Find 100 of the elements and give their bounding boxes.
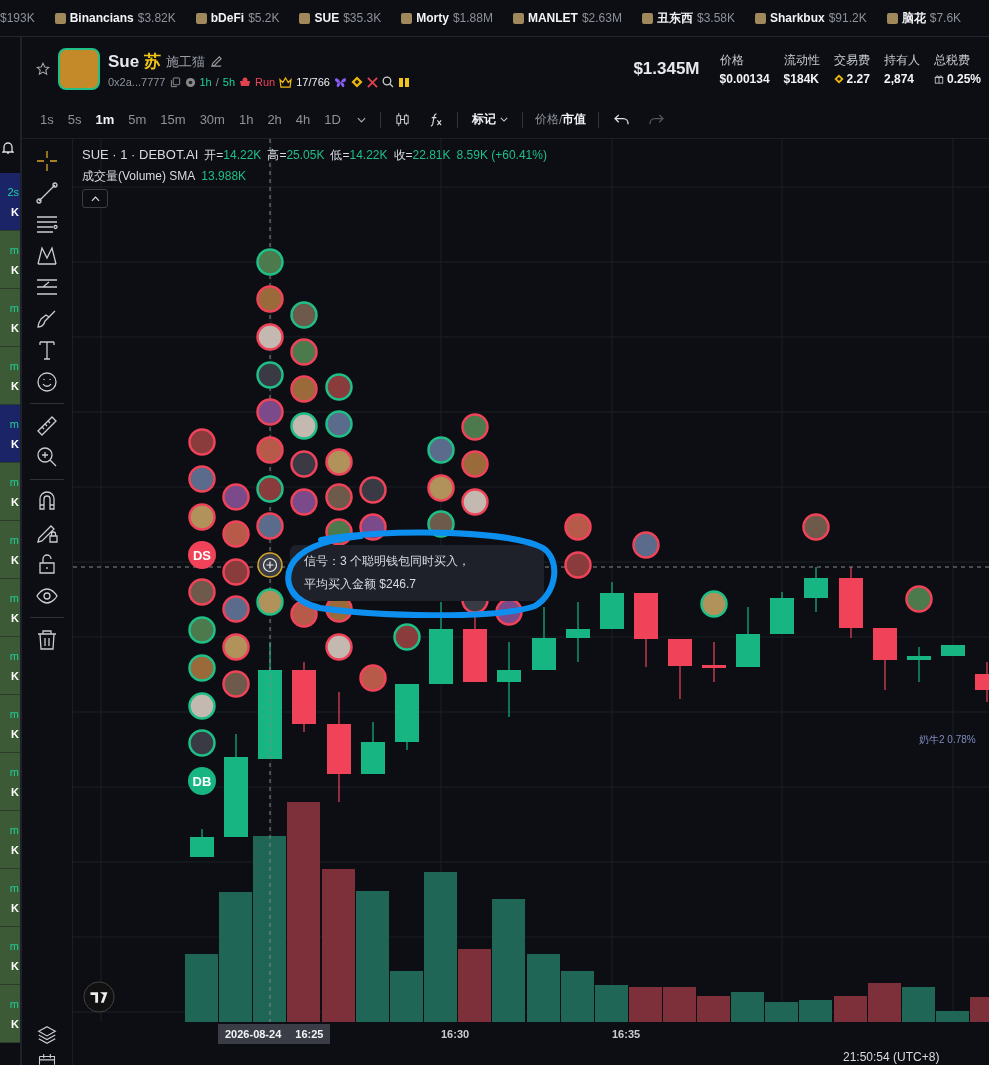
interval-tab[interactable]: 1h [232,110,260,129]
interval-tab[interactable]: 30m [193,110,231,129]
ticker-name[interactable]: Binancians [69,11,134,25]
avatar-marker[interactable] [325,633,353,661]
avatar-marker[interactable] [905,585,933,613]
crosshair-center-icon[interactable] [257,552,283,578]
avatar-marker[interactable] [256,512,284,540]
avatar-marker[interactable] [256,361,284,389]
avatar-marker[interactable] [256,248,284,276]
ticker-name[interactable]: Sharkbux [770,11,825,25]
ticker-name[interactable]: 丑东西 [656,9,693,27]
list-row[interactable]: 2s K [0,173,20,231]
interval-tab[interactable]: 5s [61,110,88,129]
interval-tab[interactable]: 1s [34,110,60,129]
ticker-name[interactable]: SUE [314,11,340,25]
avatar-marker[interactable] [290,301,318,329]
avatar-marker[interactable] [564,551,592,579]
avatar-marker[interactable] [222,670,250,698]
list-row[interactable]: m K [0,231,20,289]
ticker-name[interactable]: Morty [416,11,449,25]
list-row[interactable]: m K [0,347,20,405]
avatar-marker[interactable] [325,410,353,438]
avatar-marker[interactable] [325,373,353,401]
ticker-name[interactable]: 脑花 [901,9,926,27]
avatar-marker[interactable] [461,450,489,478]
list-row[interactable]: m K [0,927,20,985]
interval-tab[interactable]: 1D [318,110,347,129]
avatar-marker[interactable] [359,476,387,504]
avatar-marker[interactable] [700,590,728,618]
interval-tab[interactable]: 4h [289,110,317,129]
avatar-marker[interactable] [802,513,830,541]
avatar-marker[interactable] [256,285,284,313]
interval-tab[interactable]: 1m [89,110,121,129]
ticker-name[interactable]: bDeFi [210,11,245,25]
avatar-marker[interactable] [188,503,216,531]
emoji-tool-icon[interactable] [35,369,59,394]
list-row[interactable]: m K [0,579,20,637]
avatar-marker[interactable] [461,488,489,516]
undo-icon[interactable] [613,113,631,126]
trash-tool-icon[interactable] [35,627,59,652]
avatar-marker[interactable] [188,654,216,682]
avatar-marker[interactable] [222,633,250,661]
avatar-marker[interactable] [290,338,318,366]
edit-icon[interactable] [210,55,224,68]
avatar-marker[interactable] [427,474,455,502]
list-row[interactable]: m K [0,869,20,927]
avatar-marker[interactable] [222,595,250,623]
interval-tab[interactable]: 5m [122,110,153,129]
search-icon[interactable] [381,76,394,88]
avatar-marker[interactable] [188,692,216,720]
avatar-marker[interactable] [461,413,489,441]
avatar-marker[interactable] [222,558,250,586]
butterfly-icon[interactable] [333,76,347,88]
list-row[interactable]: m K [0,985,20,1043]
line-tool-icon[interactable] [35,180,59,205]
zoom-tool-icon[interactable] [35,445,59,469]
interval-tab[interactable]: 2h [261,110,288,129]
avatar-marker[interactable] [290,450,318,478]
interval-tab[interactable]: 15m [154,110,192,129]
avatar-marker[interactable] [290,412,318,440]
signal-marker[interactable]: DS [188,541,216,569]
avatar-marker[interactable] [290,488,318,516]
list-row[interactable]: m K [0,521,20,579]
avatar-marker[interactable] [256,323,284,351]
avatar-marker[interactable] [427,436,455,464]
caret-icon[interactable] [356,116,366,123]
avatar-marker[interactable] [188,616,216,644]
avatar-marker[interactable] [393,623,421,651]
list-row[interactable]: m K [0,463,20,521]
avatar-marker[interactable] [325,483,353,511]
avatar-marker[interactable] [325,448,353,476]
candlestick-icon[interactable] [394,112,410,127]
x-logo-icon[interactable] [366,76,378,88]
redo-icon[interactable] [648,113,666,126]
list-row[interactable]: m K [0,753,20,811]
avatar-marker[interactable] [632,531,660,559]
avatar-marker[interactable] [359,664,387,692]
marks-dropdown[interactable]: 标记 [463,111,516,128]
tradingview-logo-icon[interactable] [82,980,116,1014]
avatar-marker[interactable] [290,375,318,403]
market-cap-toggle[interactable]: 市值 [562,111,587,128]
layers-icon[interactable] [36,1023,58,1046]
collapse-button[interactable] [82,189,108,208]
avatar-marker[interactable] [188,578,216,606]
avatar-marker[interactable] [256,475,284,503]
copy-icon[interactable] [169,76,181,88]
avatar-marker[interactable] [188,428,216,456]
bell-icon[interactable] [2,141,14,155]
crosshair-tool-icon[interactable] [35,149,59,173]
avatar-marker[interactable] [188,729,216,757]
list-row[interactable]: m K [0,637,20,695]
list-row[interactable]: m K [0,289,20,347]
list-row[interactable]: m K [0,405,20,463]
star-icon[interactable] [36,62,50,76]
calendar-icon[interactable] [37,1053,57,1065]
avatar-marker[interactable] [256,398,284,426]
avatar-marker[interactable] [564,513,592,541]
avatar-marker[interactable] [222,520,250,548]
list-row[interactable]: m K [0,811,20,869]
avatar-marker[interactable] [256,588,284,616]
